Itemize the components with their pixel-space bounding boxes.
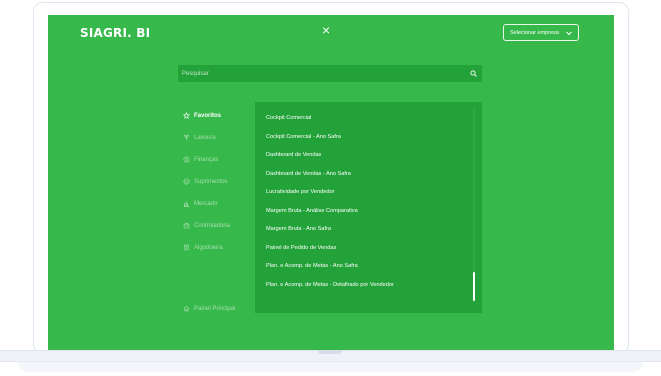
- list-item[interactable]: Margem Bruta - Ano Safra: [266, 226, 331, 232]
- laptop-base-bottom: [18, 362, 643, 372]
- coin-icon: [183, 156, 190, 163]
- sidebar-item-lavoura[interactable]: Lavoura: [183, 134, 216, 141]
- list-item[interactable]: Cockpit Comercial: [266, 115, 311, 121]
- sidebar-item-label: Finanças: [194, 156, 219, 163]
- sidebar-item-label: Mercado: [194, 200, 218, 207]
- close-menu-button[interactable]: ×: [322, 21, 330, 39]
- list-item[interactable]: Plan. e Acomp. de Metas - Ano Safra: [266, 263, 358, 269]
- sidebar-item-label: Favoritos: [194, 112, 222, 119]
- list-item[interactable]: Lucratividade por Vendedor: [266, 189, 334, 195]
- list-item[interactable]: Dashboard de Vendas - Ano Safra: [266, 171, 351, 177]
- menu-panel: Favoritos Lavoura Finanças Suprimentos M…: [178, 102, 482, 313]
- report-list: Cockpit Comercial Cockpit Comercial - An…: [255, 102, 482, 313]
- sidebar-item-label: Controladoria: [194, 222, 231, 229]
- briefcase-icon: [183, 222, 190, 229]
- search-input[interactable]: Pesquisar: [182, 71, 209, 77]
- sidebar-item-favoritos[interactable]: Favoritos: [183, 112, 221, 119]
- company-select-label: Selecionar empresa: [510, 29, 559, 36]
- sidebar-item-label: Lavoura: [194, 134, 216, 141]
- app-screen: SIAGRI. BI × Selecionar empresa Pesquisa…: [48, 15, 614, 350]
- laptop-base: [0, 350, 661, 376]
- sidebar-item-label: Suprimentos: [194, 178, 228, 185]
- bar-chart-icon: [183, 201, 190, 207]
- sidebar-item-controladoria[interactable]: Controladoria: [183, 222, 230, 229]
- sidebar-item-mercado[interactable]: Mercado: [183, 200, 217, 207]
- box-icon: [183, 178, 190, 185]
- sidebar-item-financas[interactable]: Finanças: [183, 156, 218, 163]
- seed-icon: [184, 134, 189, 141]
- cotton-icon: [184, 244, 189, 251]
- list-item[interactable]: Cockpit Comercial - Ano Safra: [266, 134, 341, 140]
- category-sidebar: Favoritos Lavoura Finanças Suprimentos M…: [178, 102, 255, 313]
- home-icon: [183, 305, 190, 312]
- search-icon[interactable]: [470, 70, 477, 77]
- list-item[interactable]: Painel de Pedido de Vendas: [266, 245, 336, 251]
- sidebar-item-suprimentos[interactable]: Suprimentos: [183, 178, 228, 185]
- app-logo: SIAGRI. BI: [80, 26, 151, 40]
- sidebar-item-label: Algodoeira: [194, 244, 223, 251]
- laptop-notch: [318, 350, 342, 354]
- list-item[interactable]: Dashboard de Vendas: [266, 152, 321, 158]
- scrollbar-thumb[interactable]: [473, 272, 475, 301]
- sidebar-item-painel-principal[interactable]: Painel Principal: [183, 305, 235, 312]
- search-bar[interactable]: Pesquisar: [178, 65, 482, 82]
- chevron-down-icon: [566, 31, 572, 35]
- star-icon: [183, 112, 190, 119]
- list-item[interactable]: Plan. e Acomp. de Metas - Detalhado por …: [266, 282, 394, 288]
- company-select[interactable]: Selecionar empresa: [503, 24, 579, 41]
- sidebar-item-label: Painel Principal: [194, 305, 236, 312]
- sidebar-item-algodoeira[interactable]: Algodoeira: [183, 244, 223, 251]
- list-item[interactable]: Margem Bruta - Análise Comparativa: [266, 208, 358, 214]
